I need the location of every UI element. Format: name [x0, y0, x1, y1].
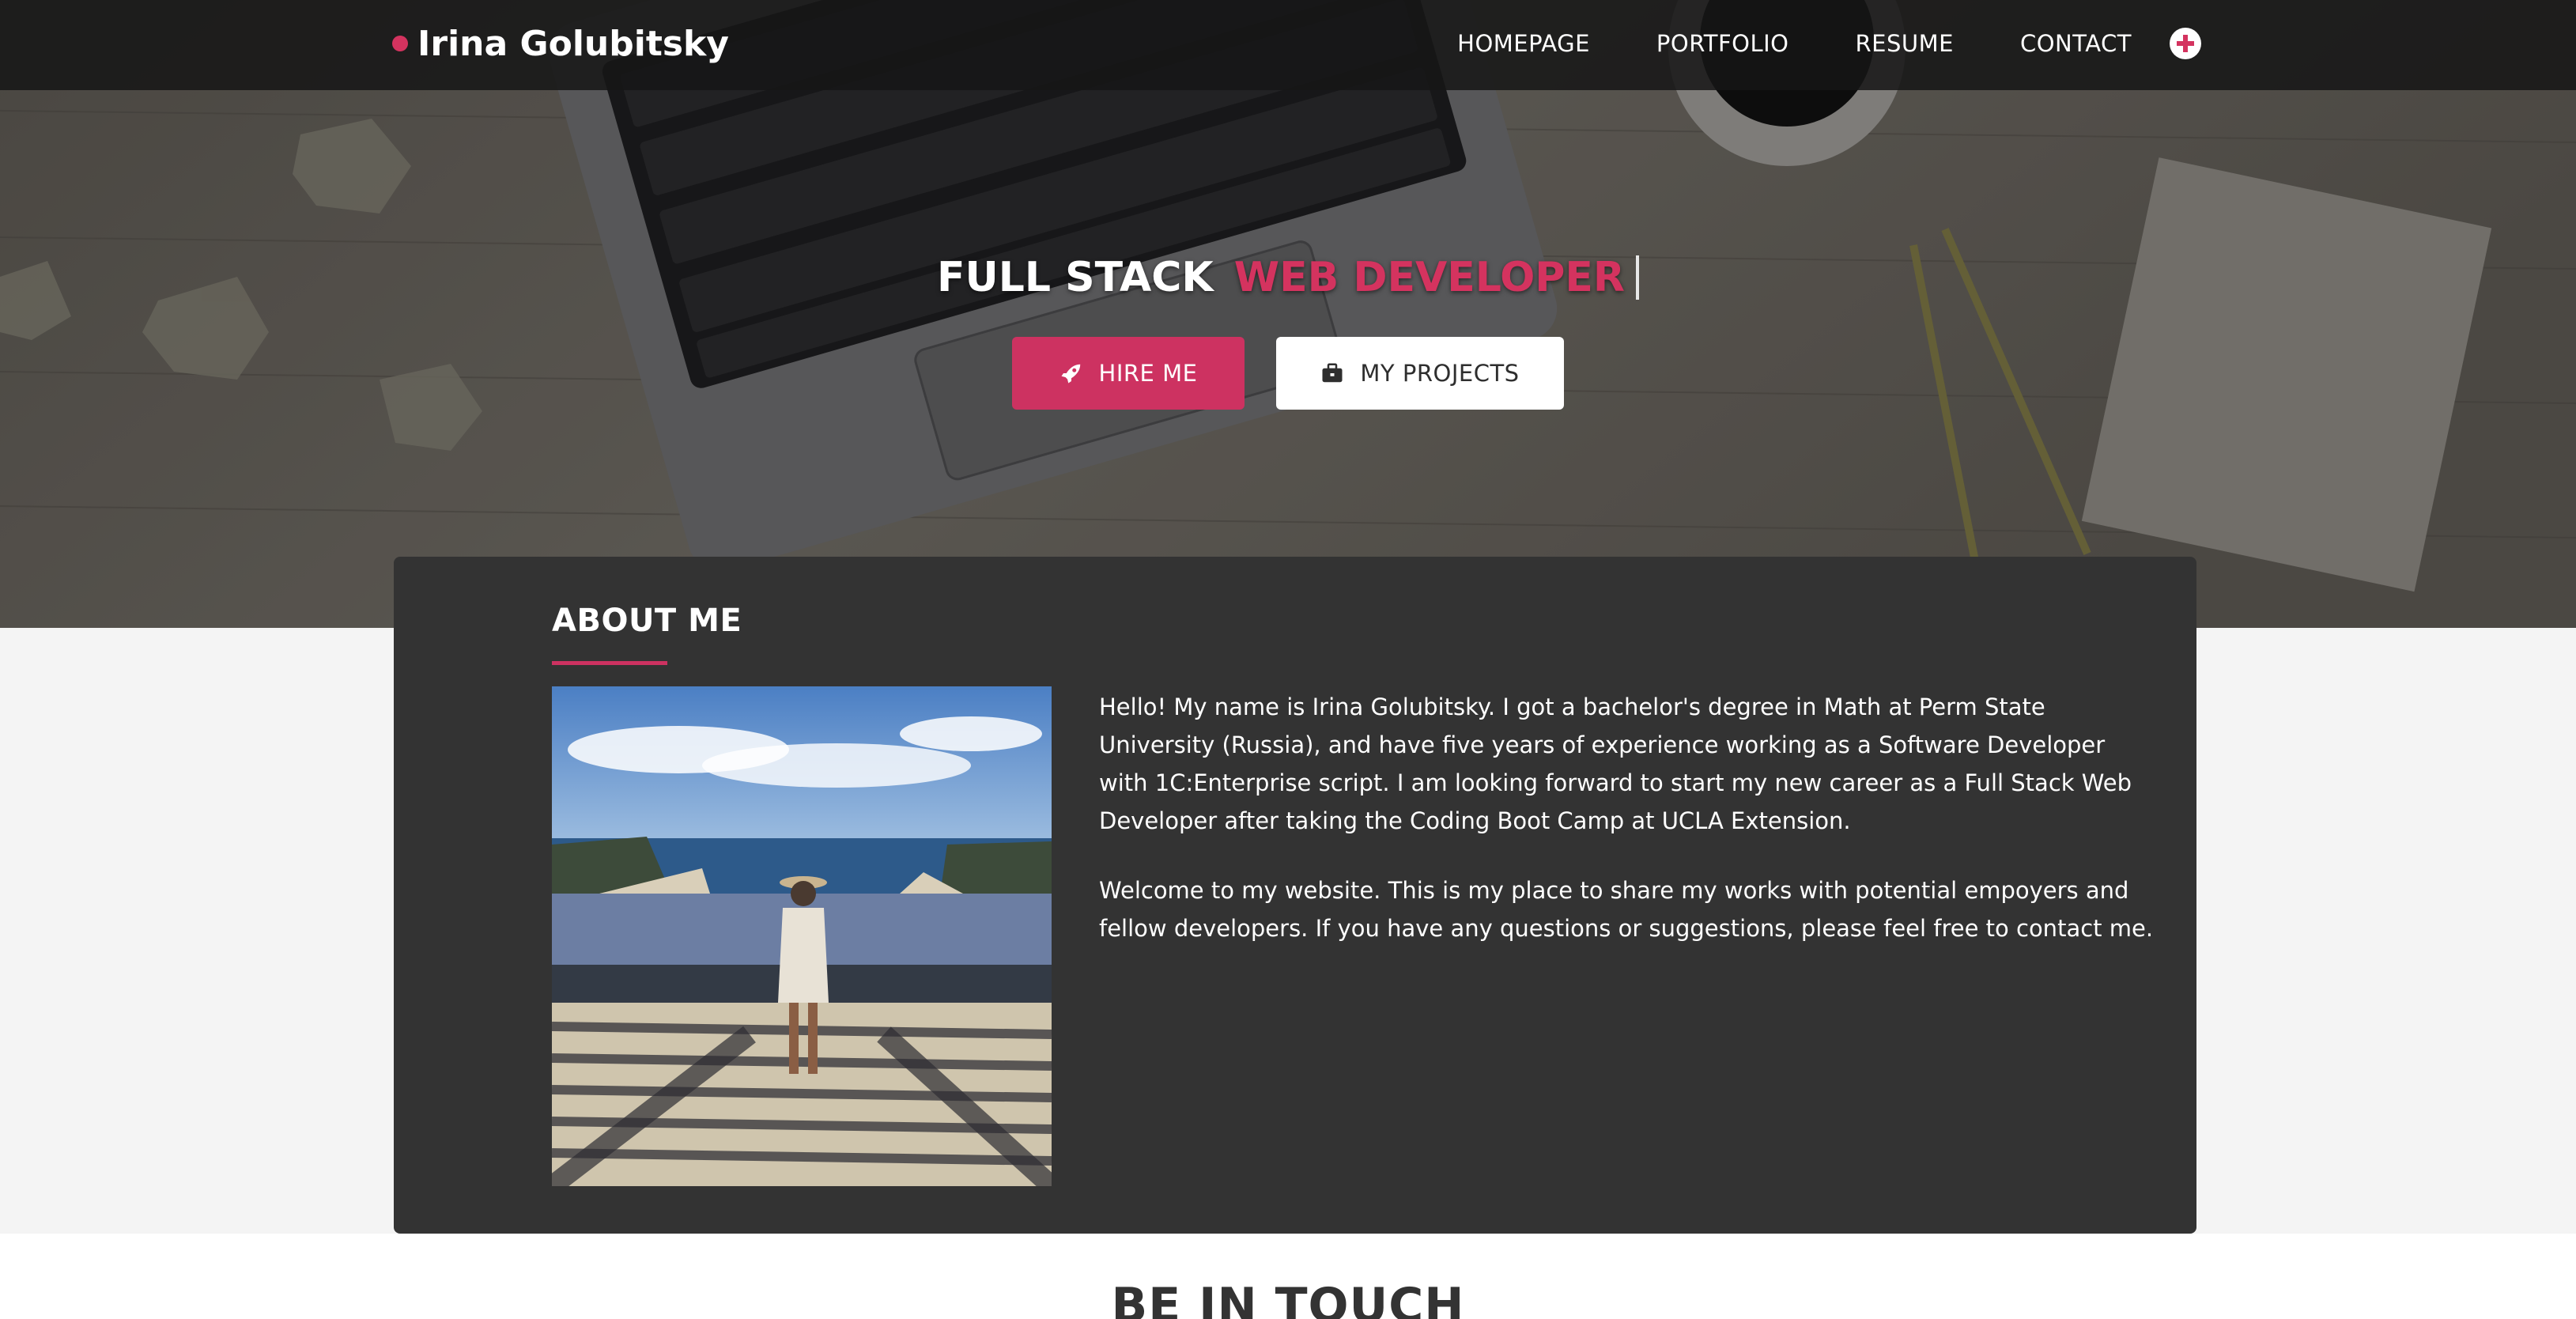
hero-headline: FULL STACK WEB DEVELOPER [0, 250, 2576, 305]
about-paragraph-1: Hello! My name is Irina Golubitsky. I go… [1099, 694, 2132, 834]
hero-background-image [0, 0, 2576, 628]
nav-links: HOMEPAGE PORTFOLIO RESUME CONTACT [1457, 24, 2201, 63]
profile-photo [552, 686, 1052, 1186]
hero-buttons: HIRE ME MY PROJECTS [0, 337, 2576, 410]
hero-section [0, 0, 2576, 628]
headline-web-developer: WEB DEVELOPER [1233, 254, 1625, 301]
brand-name: Irina Golubitsky [417, 23, 729, 64]
nav-homepage[interactable]: HOMEPAGE [1457, 30, 1590, 57]
plus-circle-icon[interactable] [2170, 28, 2201, 59]
my-projects-label: MY PROJECTS [1360, 360, 1520, 387]
top-navbar: Irina Golubitsky HOMEPAGE PORTFOLIO RESU… [0, 0, 2576, 90]
contact-title: BE IN TOUCH [1111, 1278, 1465, 1319]
about-paragraph-2: Welcome to my website. This is my place … [1099, 877, 2154, 942]
my-projects-button[interactable]: MY PROJECTS [1276, 337, 1564, 410]
about-title-underline [552, 661, 667, 665]
hire-me-button[interactable]: HIRE ME [1012, 337, 1245, 410]
briefcase-icon [1322, 363, 1343, 383]
nav-resume[interactable]: RESUME [1856, 30, 1954, 57]
nav-contact[interactable]: CONTACT [2020, 30, 2132, 57]
about-title: ABOUT ME [552, 603, 742, 639]
brand-logo[interactable]: Irina Golubitsky [392, 19, 729, 68]
about-text: Hello! My name is Irina Golubitsky. I go… [1099, 688, 2159, 979]
about-section: ABOUT ME Hello! My name is Irina Golubit… [394, 557, 2196, 1234]
nav-portfolio[interactable]: PORTFOLIO [1656, 30, 1789, 57]
hire-me-label: HIRE ME [1098, 360, 1198, 387]
contact-section: BE IN TOUCH [0, 1234, 2576, 1319]
brand-dot-icon [392, 36, 408, 51]
typing-cursor [1635, 255, 1639, 300]
headline-full-stack: FULL STACK [937, 254, 1214, 301]
rocket-icon [1061, 364, 1080, 384]
